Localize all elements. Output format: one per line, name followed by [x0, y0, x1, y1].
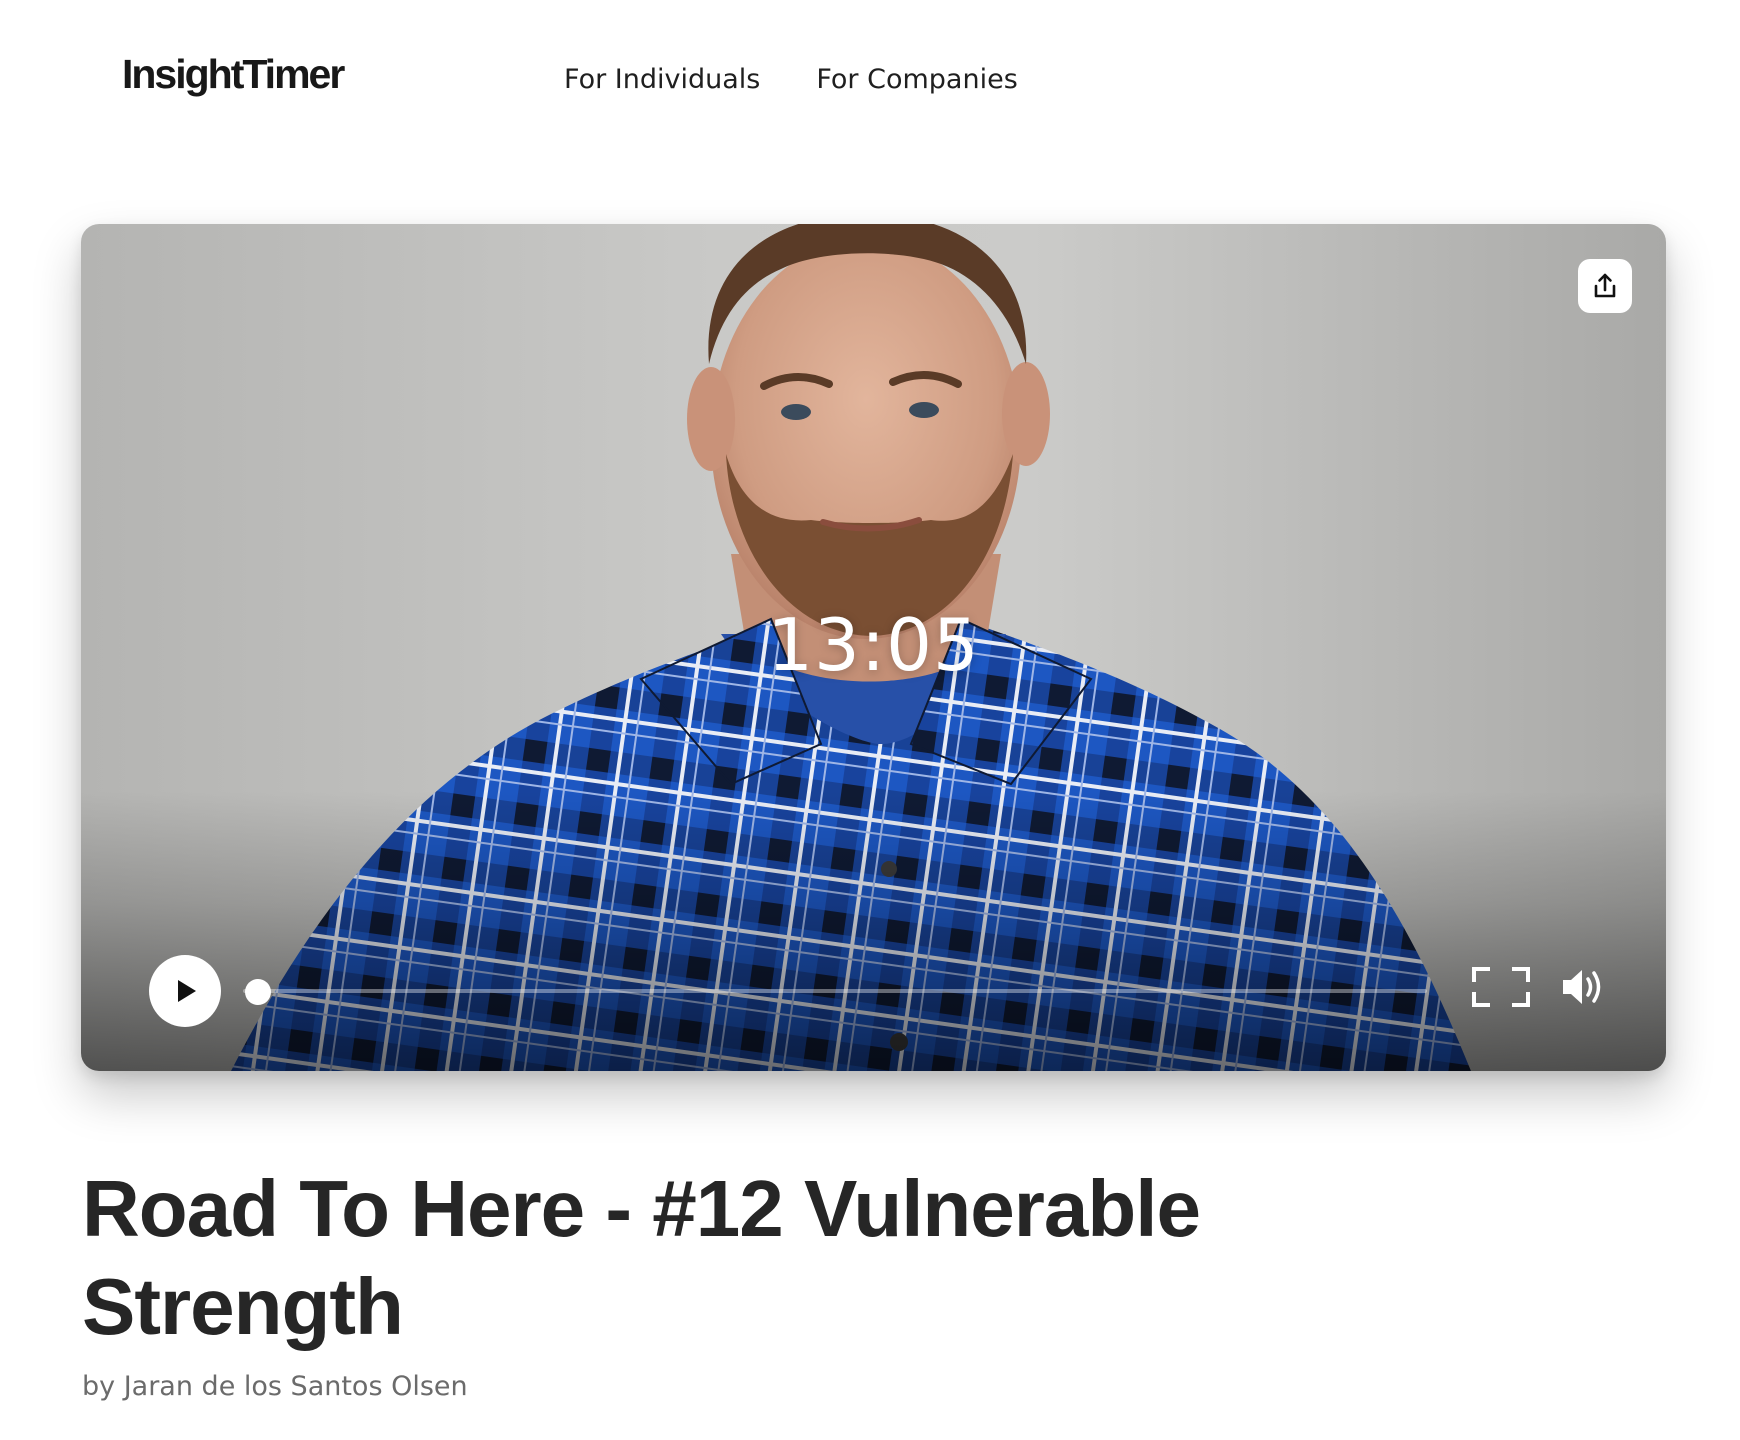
video-player[interactable]: 13:05 [81, 224, 1666, 1071]
nav-link-for-individuals[interactable]: For Individuals [564, 66, 760, 93]
progress-track[interactable] [243, 989, 1427, 993]
author-byline[interactable]: by Jaran de los Santos Olsen [82, 1373, 468, 1400]
duration-display: 13:05 [81, 609, 1666, 681]
volume-button[interactable] [1559, 964, 1607, 1010]
progress-handle[interactable] [245, 979, 271, 1005]
top-nav: For Individuals For Companies [564, 66, 1018, 93]
insight-timer-logo[interactable]: InsightTimer [122, 54, 343, 95]
share-button[interactable] [1578, 259, 1632, 313]
play-button[interactable] [149, 955, 221, 1027]
nav-link-for-companies[interactable]: For Companies [816, 66, 1017, 93]
fullscreen-button[interactable] [1471, 966, 1531, 1008]
controls-gradient [81, 791, 1666, 1071]
track-title: Road To Here - #12 Vulnerable Strength [82, 1160, 1232, 1356]
fullscreen-icon [1471, 966, 1531, 1008]
play-icon [169, 975, 201, 1007]
volume-icon [1559, 964, 1607, 1010]
share-icon [1590, 271, 1620, 301]
